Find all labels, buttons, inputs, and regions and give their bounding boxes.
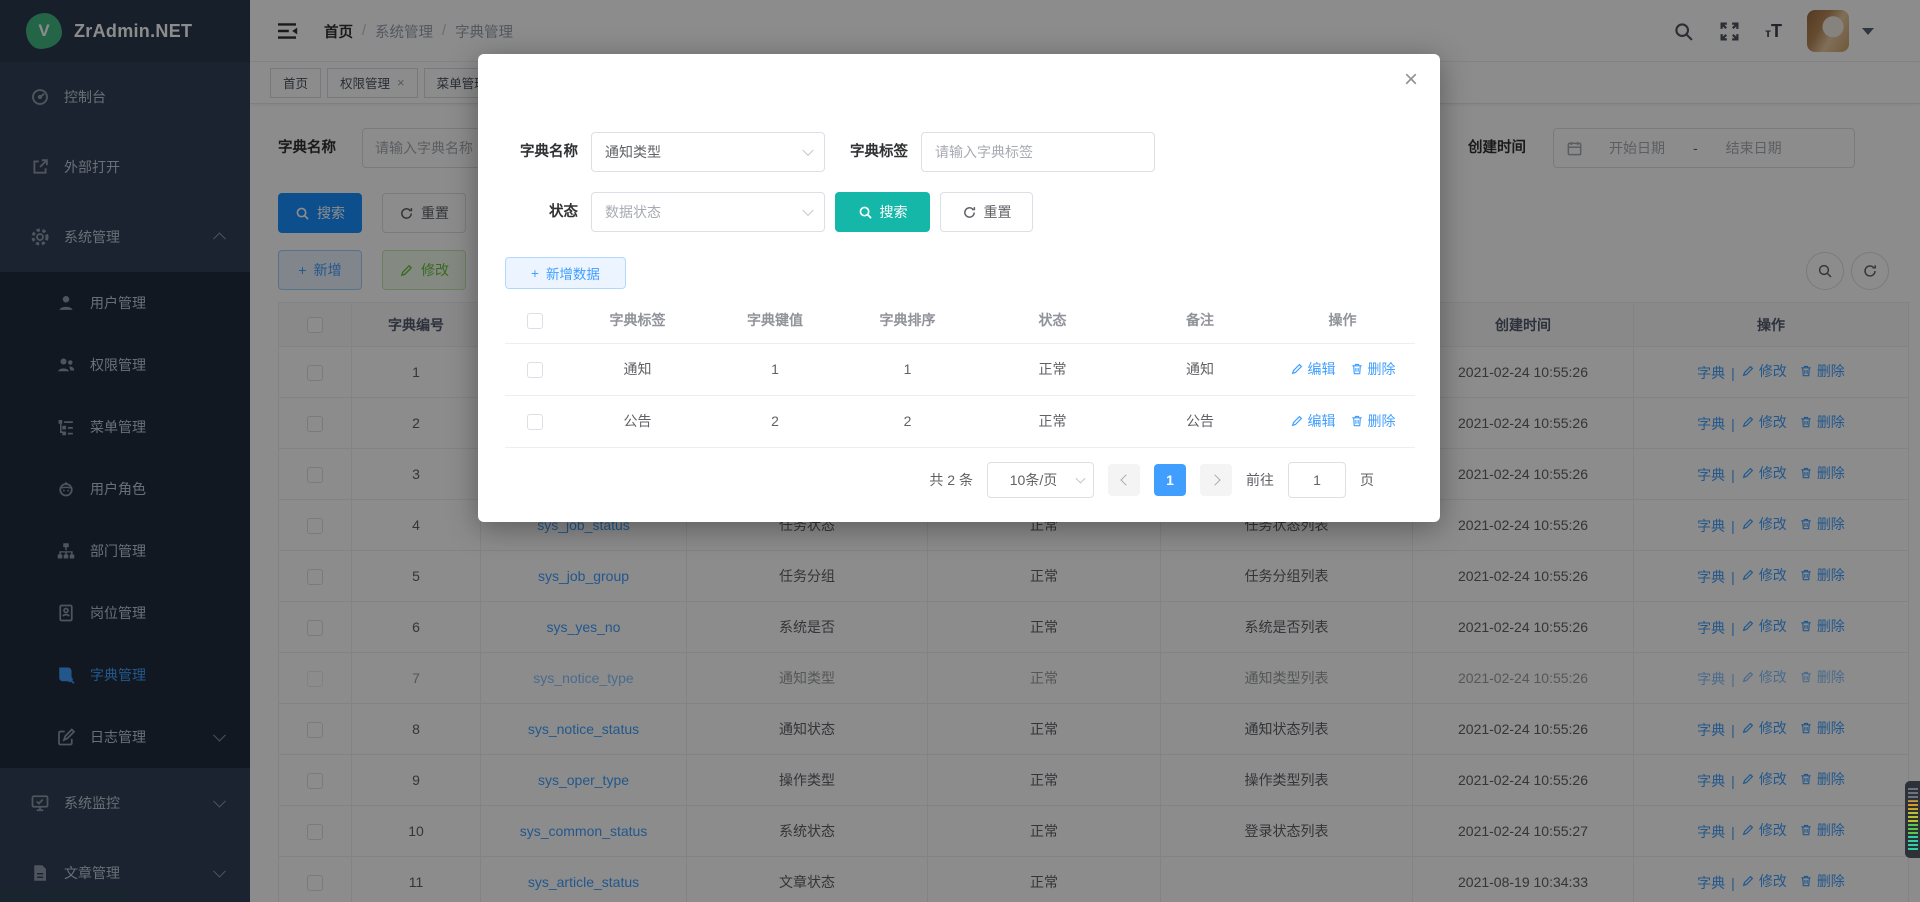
cell-status: 正常: [975, 395, 1130, 447]
goto-page-suffix: 页: [1360, 470, 1374, 490]
modal-select-all-checkbox[interactable]: [527, 313, 543, 329]
modal-col-status: 状态: [975, 298, 1130, 343]
modal-dict-data-table: 字典标签 字典键值 字典排序 状态 备注 操作 通知11正常通知编辑删除公告22…: [505, 298, 1415, 448]
goto-label: 前往: [1246, 470, 1274, 490]
scroll-minimap-widget[interactable]: [1905, 781, 1920, 858]
chevron-down-icon: [802, 205, 813, 216]
cell-sort: 1: [840, 343, 975, 395]
dict-data-dialog: × 字典名称 通知类型 字典标签 请输入字典标签 状态 数据状态 搜索 重置 +…: [478, 54, 1440, 522]
modal-table-header-row: 字典标签 字典键值 字典排序 状态 备注 操作: [505, 298, 1415, 343]
modal-status-label: 状态: [478, 192, 578, 232]
refresh-icon: [962, 205, 977, 220]
pencil-icon: [1290, 362, 1304, 376]
modal-add-data-button[interactable]: + 新增数据: [505, 257, 626, 289]
modal-table-row: 公告22正常公告编辑删除: [505, 395, 1415, 447]
cell-value: 2: [710, 395, 840, 447]
chevron-down-icon: [1076, 474, 1086, 484]
modal-search-button[interactable]: 搜索: [835, 192, 930, 232]
pagination-total: 共 2 条: [929, 470, 973, 490]
modal-status-select[interactable]: 数据状态: [591, 192, 825, 232]
modal-col-remark: 备注: [1130, 298, 1270, 343]
modal-col-value: 字典键值: [710, 298, 840, 343]
cell-value: 1: [710, 343, 840, 395]
prev-page-button[interactable]: [1108, 464, 1140, 496]
edit-link[interactable]: 编辑: [1290, 411, 1336, 431]
modal-col-label: 字典标签: [565, 298, 710, 343]
edit-link[interactable]: 编辑: [1290, 359, 1336, 379]
delete-link[interactable]: 删除: [1350, 411, 1396, 431]
modal-dict-label-input[interactable]: 请输入字典标签: [921, 132, 1155, 172]
goto-page-input[interactable]: 1: [1288, 462, 1346, 498]
modal-col-actions: 操作: [1270, 298, 1415, 343]
page-size-select[interactable]: 10条/页: [987, 462, 1094, 498]
modal-table-row: 通知11正常通知编辑删除: [505, 343, 1415, 395]
close-icon[interactable]: ×: [1404, 68, 1418, 92]
delete-link[interactable]: 删除: [1350, 359, 1396, 379]
row-checkbox[interactable]: [527, 414, 543, 430]
modal-dict-name-label: 字典名称: [478, 132, 578, 172]
minimap-stripes: [1908, 788, 1918, 851]
app-root: V ZrAdmin.NET 控制台外部打开系统管理用户管理权限管理菜单管理用户角…: [0, 0, 1920, 902]
modal-pagination: 共 2 条 10条/页 1 前往 1 页: [478, 460, 1374, 500]
trash-icon: [1350, 414, 1364, 428]
row-checkbox[interactable]: [527, 362, 543, 378]
cell-sort: 2: [840, 395, 975, 447]
cell-label: 公告: [565, 395, 710, 447]
modal-dict-label-label: 字典标签: [808, 132, 908, 172]
pencil-icon: [1290, 414, 1304, 428]
cell-remark: 通知: [1130, 343, 1270, 395]
plus-icon: +: [531, 266, 539, 281]
cell-status: 正常: [975, 343, 1130, 395]
cell-label: 通知: [565, 343, 710, 395]
modal-col-sort: 字典排序: [840, 298, 975, 343]
modal-reset-button[interactable]: 重置: [940, 192, 1033, 232]
modal-dict-name-select[interactable]: 通知类型: [591, 132, 825, 172]
search-icon: [858, 205, 873, 220]
trash-icon: [1350, 362, 1364, 376]
chevron-right-icon: [1209, 474, 1220, 485]
current-page-button[interactable]: 1: [1154, 464, 1186, 496]
chevron-left-icon: [1120, 474, 1131, 485]
cell-remark: 公告: [1130, 395, 1270, 447]
next-page-button[interactable]: [1200, 464, 1232, 496]
modal-select-all-header: [505, 298, 565, 343]
